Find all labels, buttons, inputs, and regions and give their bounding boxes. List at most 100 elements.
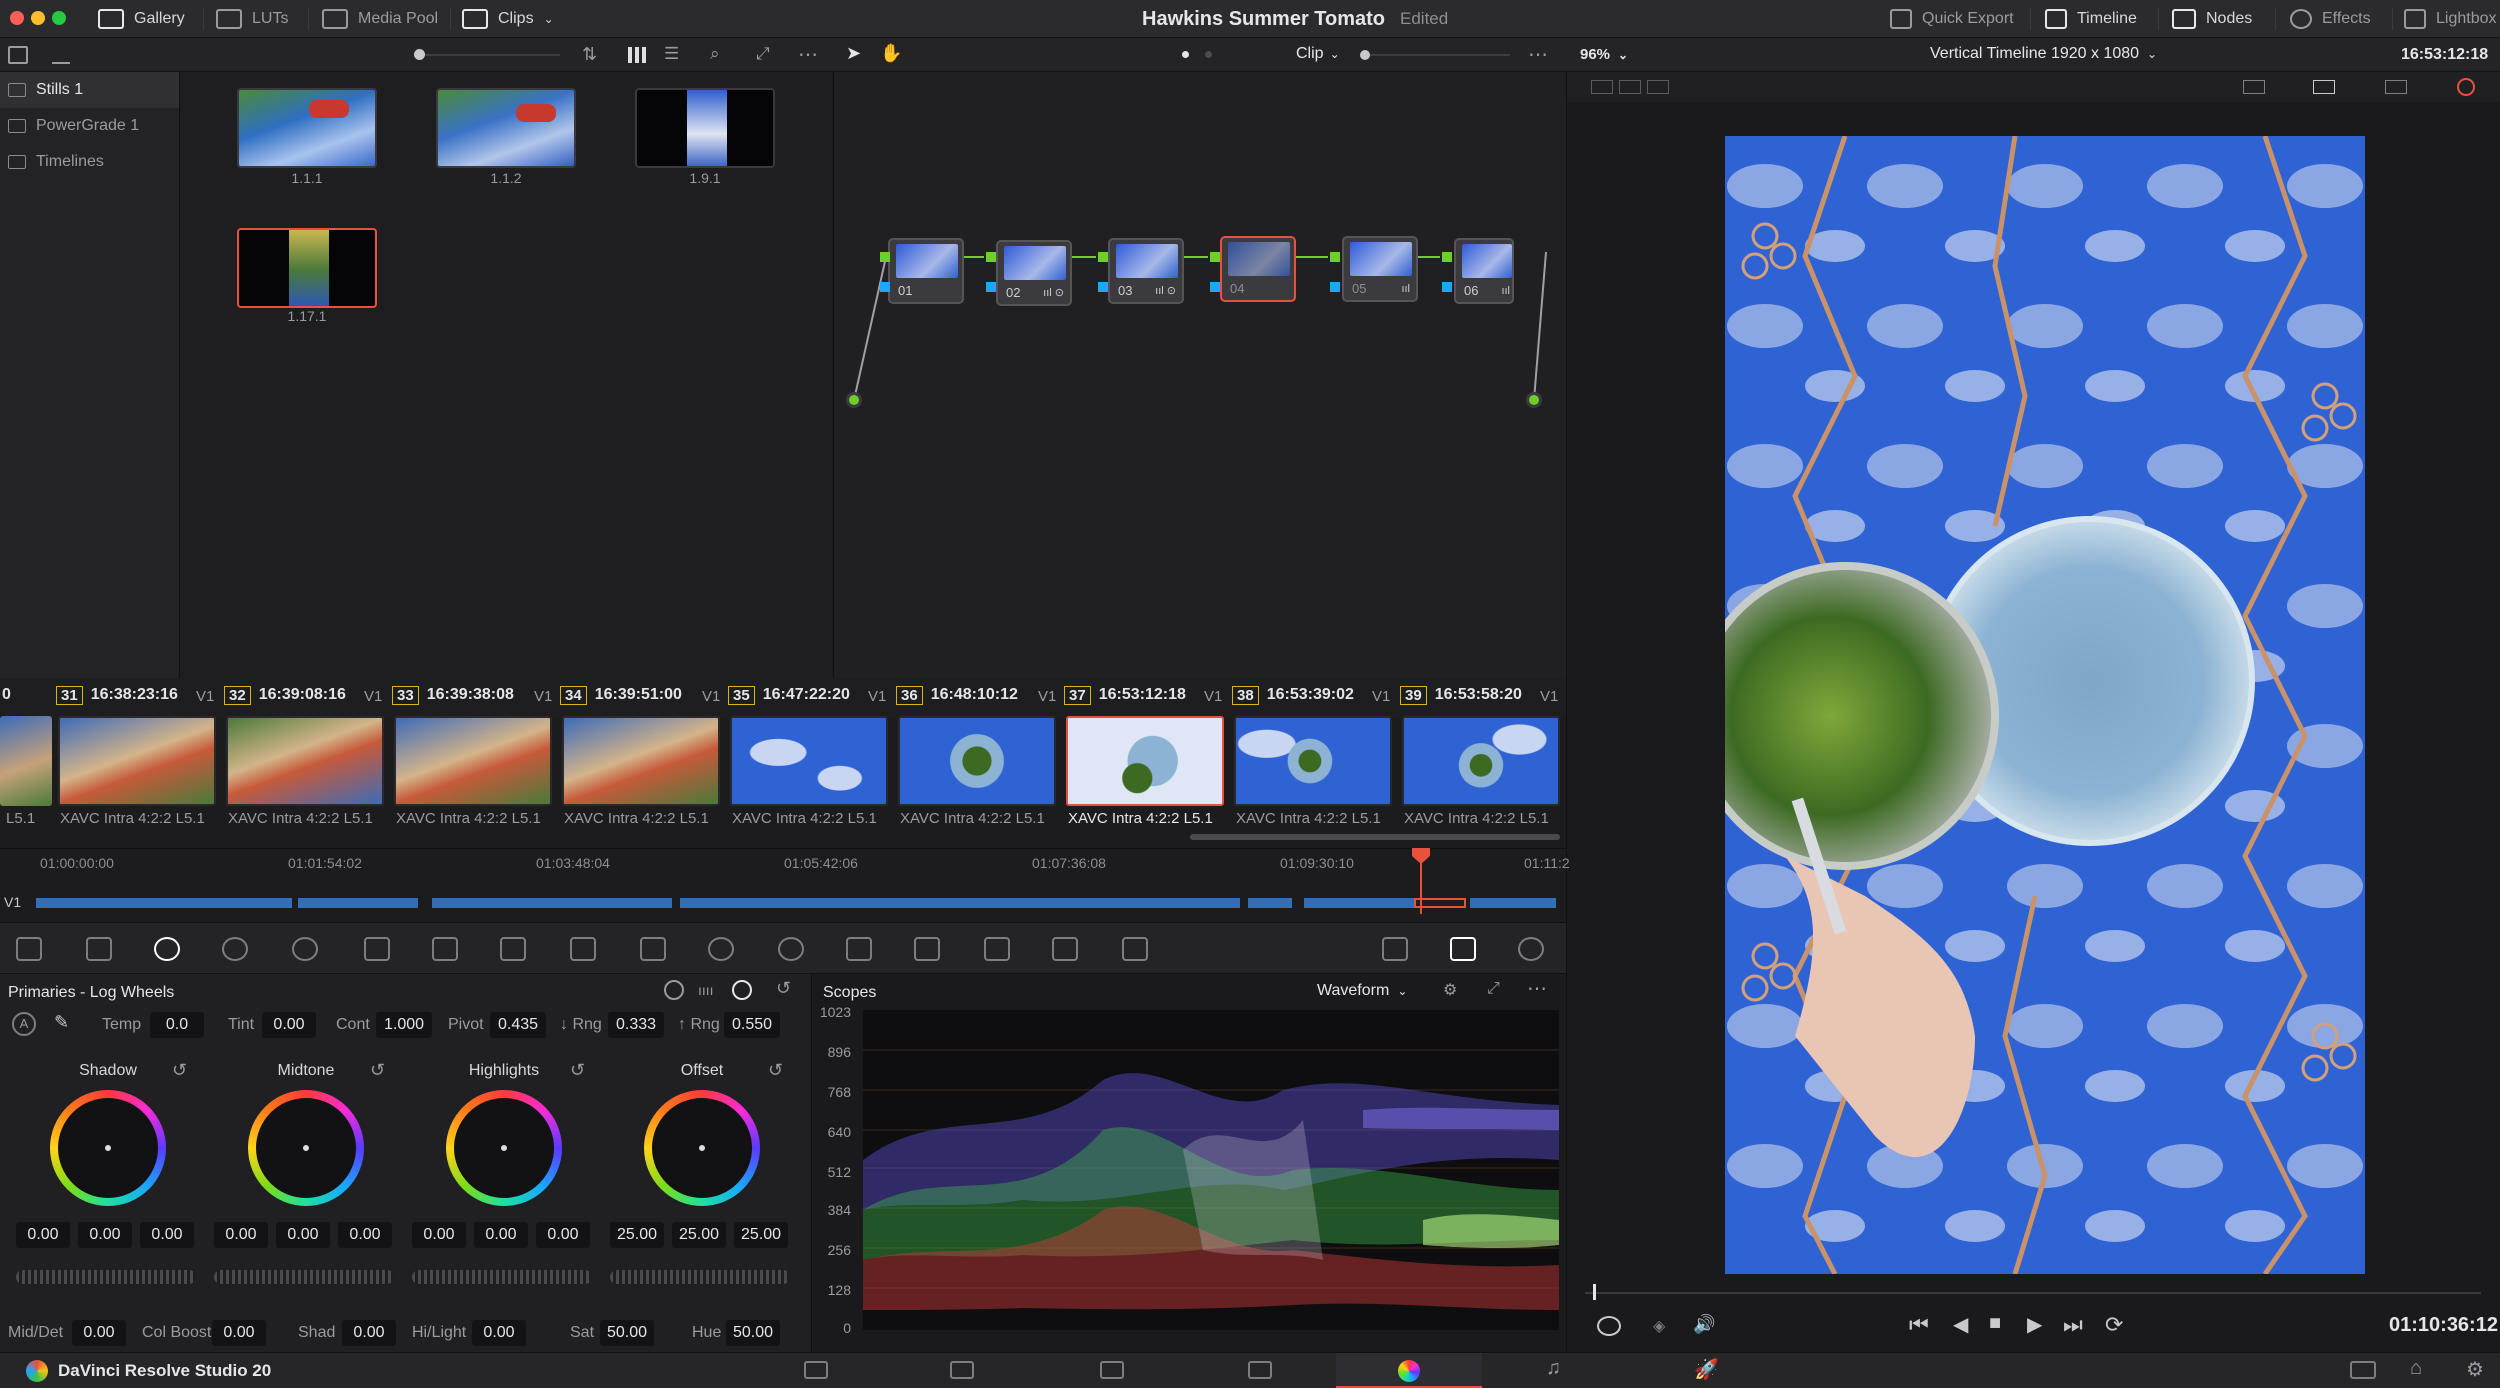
node-key-port[interactable] [1330,282,1340,292]
track-segment[interactable] [36,898,292,908]
shadow-y-value[interactable]: 0.00 [16,1222,70,1248]
track-segment[interactable] [1248,898,1292,908]
viewer-frame[interactable] [1725,136,2365,1274]
fairlight-page-icon[interactable]: ♫ [1546,1357,1561,1380]
more-options-icon[interactable]: ⋯ [798,42,818,67]
highlights-y-value[interactable]: 0.00 [412,1222,466,1248]
page-dot-active[interactable] [1182,51,1189,58]
node-key-port[interactable] [1098,282,1108,292]
midtone-y-value[interactable]: 0.00 [214,1222,268,1248]
offset-r-value[interactable]: 25.00 [610,1222,664,1248]
scope-expand-icon[interactable]: ⤢ [1487,980,1500,998]
cut-page-icon[interactable] [950,1361,974,1379]
nodes-tab[interactable]: Nodes [2172,0,2252,38]
primaries-wheels-icon[interactable] [154,937,180,961]
reset-midtone-icon[interactable]: ↺ [370,1060,385,1081]
node-02[interactable]: 02 ııl ⊙ [996,240,1072,306]
volume-icon[interactable]: 🔊 [1693,1314,1715,1335]
grab-still-icon[interactable] [52,46,70,64]
pointer-tool-icon[interactable]: ➤ [846,43,861,64]
contrast-field[interactable]: 1.000 [376,1012,432,1038]
edit-page-icon[interactable] [1100,1361,1124,1379]
viewer-scrubber[interactable] [1585,1292,2481,1294]
still-thumbnail[interactable] [436,88,576,168]
timeline-tab[interactable]: Timeline [2045,0,2137,38]
shadow-b-value[interactable]: 0.00 [140,1222,194,1248]
slider-knob[interactable] [414,49,425,60]
pivot-field[interactable]: 0.435 [490,1012,546,1038]
offset-b-value[interactable]: 25.00 [734,1222,788,1248]
qualifier-icon[interactable] [640,937,666,961]
offset-master-wheel[interactable] [610,1270,790,1284]
playhead-line[interactable] [1420,862,1422,914]
hilight-field[interactable]: 0.00 [472,1320,526,1346]
low-range-field[interactable]: 0.333 [608,1012,664,1038]
close-window-button[interactable] [10,11,24,25]
keyframes-icon[interactable] [1382,937,1408,961]
color-page-tab[interactable] [1336,1353,1482,1388]
track-segment[interactable] [432,898,672,908]
zoom-window-button[interactable] [52,11,66,25]
quick-export-button[interactable]: Quick Export [1890,0,2014,38]
offset-wheel[interactable] [644,1090,760,1206]
middet-field[interactable]: 0.00 [72,1320,126,1346]
album-timelines[interactable]: Timelines [0,144,179,180]
album-stills-1[interactable]: Stills 1 [0,72,179,108]
still-thumbnail[interactable] [635,88,775,168]
viewer-playhead[interactable] [1593,1284,1596,1300]
highlights-master-wheel[interactable] [412,1270,592,1284]
rgb-mixer-icon[interactable] [292,937,318,961]
node-input-port[interactable] [1330,252,1340,262]
wheels-mode-icon[interactable] [664,980,684,1000]
camera-raw-icon[interactable] [16,937,42,961]
wipe-icon[interactable] [2243,80,2265,94]
node-options-icon[interactable]: ⋯ [1528,42,1548,67]
qualifier-warper-icon[interactable] [570,937,596,961]
midtone-master-wheel[interactable] [214,1270,394,1284]
grid-view-icon[interactable] [628,47,646,63]
scope-settings-icon[interactable]: ⚙ [1443,980,1457,1000]
deliver-page-icon[interactable]: 🚀 [1694,1357,1719,1382]
col-boost-field[interactable]: 0.00 [212,1320,266,1346]
sat-field[interactable]: 50.00 [600,1320,654,1346]
still-thumbnail[interactable] [237,88,377,168]
loop-icon[interactable]: ⟳ [2105,1312,2123,1338]
reset-all-icon[interactable]: ↺ [776,978,791,999]
node-key-port[interactable] [986,282,996,292]
node-key-port[interactable] [1442,282,1452,292]
sort-icon[interactable]: ⇅ [582,44,597,65]
info-icon[interactable] [1518,937,1544,961]
reset-highlights-icon[interactable]: ↺ [570,1060,585,1081]
hue-field[interactable]: 50.00 [726,1320,780,1346]
sidebar-toggle-icon[interactable] [8,46,28,64]
magic-mask-icon[interactable] [846,937,872,961]
media-page-icon[interactable] [804,1361,828,1379]
timeline-track[interactable]: V1 [0,874,1566,914]
color-picker-icon[interactable] [2457,78,2475,96]
scope-type-dropdown[interactable]: Waveform ⌄ [1317,982,1407,1000]
go-to-start-icon[interactable]: ⏮ [1909,1312,1929,1338]
sizing-icon[interactable] [1052,937,1078,961]
node-input-port[interactable] [1098,252,1108,262]
node-01[interactable]: 01 [888,238,964,304]
thumbnail-zoom-slider[interactable] [414,54,560,56]
node-input-port[interactable] [1210,252,1220,262]
track-segment[interactable] [680,898,1240,908]
node-zoom-knob[interactable] [1360,50,1370,60]
source-input[interactable] [846,392,862,408]
layers-icon[interactable]: ◈ [1653,1316,1665,1336]
project-manager-icon[interactable] [2350,1361,2376,1379]
log-mode-icon[interactable] [732,980,752,1000]
midtone-wheel[interactable] [248,1090,364,1206]
blur-icon[interactable] [914,937,940,961]
expand-icon[interactable]: ⤢ [756,44,770,64]
still-thumbnail-selected[interactable] [237,228,377,308]
stop-icon[interactable]: ■ [1989,1312,2001,1335]
node-input-port[interactable] [880,252,890,262]
highlights-b-value[interactable]: 0.00 [536,1222,590,1248]
shadow-master-wheel[interactable] [16,1270,196,1284]
album-powergrade-1[interactable]: PowerGrade 1 [0,108,179,144]
viewer-mode-icon[interactable] [1597,1316,1621,1336]
node-input-port[interactable] [986,252,996,262]
highlights-wheel[interactable] [446,1090,562,1206]
